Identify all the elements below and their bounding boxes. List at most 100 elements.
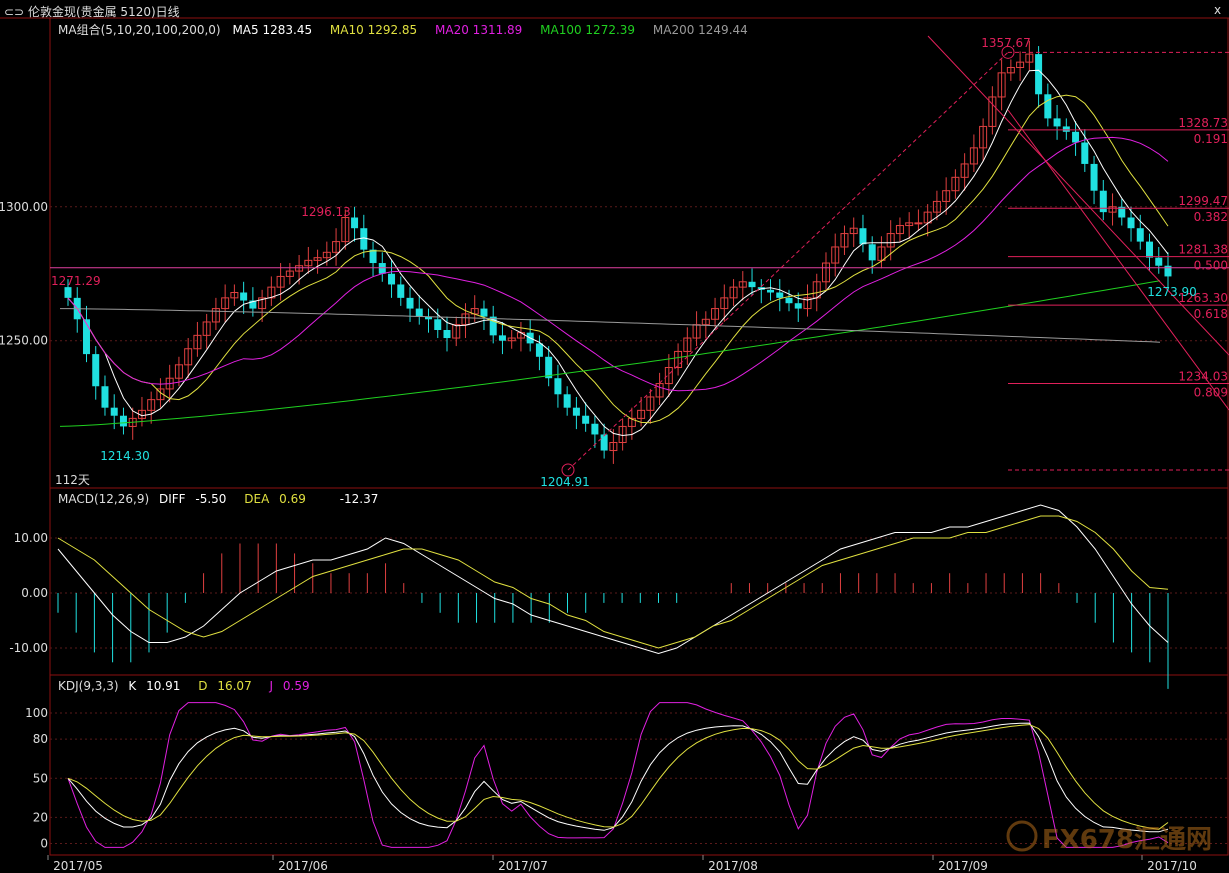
chart-window: 1300.00 1250.00 1328.73 0.191 1299.47 0.382 12… [0, 0, 1229, 873]
candle-body-down [859, 228, 867, 245]
candle-body-down [388, 273, 396, 285]
ma20-line [67, 136, 1169, 392]
macd-tick-label: -10.00 [9, 641, 48, 655]
ma10-legend: MA10 1292.85 [329, 23, 418, 37]
k-label: K [128, 679, 137, 693]
d-label: D [198, 679, 208, 693]
candle-body-down [110, 407, 118, 416]
macd-diff-line [57, 504, 1169, 655]
candle-body-down [1127, 217, 1135, 229]
candle-body-down [351, 217, 359, 229]
candle-body-down [1090, 163, 1098, 191]
candle-body-down [378, 263, 386, 274]
candle-body-down [1072, 131, 1080, 143]
fib-price-label: 1234.03 [1178, 369, 1228, 383]
macd-label: MACD(12,26,9) [58, 492, 150, 506]
j-value: 0.59 [282, 679, 310, 693]
candle-body-down [1155, 257, 1163, 266]
close-icon[interactable]: x [1214, 3, 1221, 17]
kdj-legend: KDJ(9,3,3) K 10.91 D 16.07 J 0.59 [58, 679, 310, 693]
candle-body-down [434, 319, 442, 330]
candle-body-down [767, 289, 775, 293]
candle-body-down [563, 394, 571, 408]
dea-value: 0.69 [279, 492, 306, 506]
x-axis-label: 2017/08 [708, 859, 758, 873]
candle-body-down [868, 244, 876, 261]
candle-body-down [748, 281, 756, 288]
candle-body-down [591, 423, 599, 435]
candle-body-down [480, 308, 488, 317]
macd-dea-line [57, 515, 1169, 649]
macd-legend: MACD(12,26,9) DIFF -5.50 DEA 0.69 -12.37 [58, 492, 378, 506]
kdj-tick-label: 0 [40, 836, 48, 850]
candle-body-down [1062, 126, 1070, 132]
candle-body-down [397, 284, 405, 298]
watermark-logo-icon [1006, 820, 1038, 852]
candle-body-down [1146, 241, 1154, 258]
kdj-tick-label: 100 [25, 706, 48, 720]
kdj-d-line [67, 724, 1169, 830]
candle-body-down [406, 297, 414, 309]
diff-value: -5.50 [195, 492, 227, 506]
candle-body-down [64, 287, 72, 298]
window-title-bar: ⊂⊃ 伦敦金现(贵金属 5120)日线 [4, 3, 180, 20]
candle-body-down [554, 378, 562, 395]
kdj-tick-label: 20 [33, 810, 48, 824]
candle-body-down [582, 415, 590, 424]
watermark-text: FX678汇通网 [1042, 825, 1212, 855]
trend-line-up [567, 51, 1009, 471]
x-axis-label: 2017/07 [498, 859, 548, 873]
chart-canvas: 1300.00 1250.00 1328.73 0.191 1299.47 0.382 12… [0, 17, 1229, 873]
link-icon[interactable]: ⊂⊃ [4, 5, 24, 19]
candle-body-down [776, 292, 784, 298]
x-axis-label: 2017/10 [1147, 859, 1197, 873]
ma-legend-group: MA组合(5,10,20,100,200,0) [58, 23, 221, 37]
window-title: 伦敦金现(贵金属 5120)日线 [27, 5, 180, 19]
left-edge-value-label: 1271.29 [51, 274, 101, 288]
ma20-legend: MA20 1311.89 [435, 23, 523, 37]
ma100-legend: MA100 1272.39 [540, 23, 636, 37]
fib-price-label: 1281.38 [1178, 243, 1228, 257]
fib-ratio-label: 0.618 [1194, 307, 1228, 321]
candle-body-down [240, 292, 248, 301]
ma-legend: MA组合(5,10,20,100,200,0) MA5 1283.45 MA10… [58, 21, 748, 38]
current-price-label: 1273.90 [1147, 285, 1197, 299]
candle-body-down [535, 343, 543, 357]
candle-body-down [101, 386, 109, 408]
candle-body-down [1081, 142, 1089, 164]
x-axis-label: 2017/05 [53, 859, 103, 873]
macd-tick-label: 10.00 [14, 531, 48, 545]
kdj-tick-label: 50 [33, 771, 48, 785]
fib-ratio-label: 0.382 [1194, 210, 1228, 224]
candle-body-down [119, 415, 127, 427]
price-tick-label: 1250.00 [0, 334, 48, 348]
fib-price-label: 1328.73 [1178, 116, 1228, 130]
k-value: 10.91 [146, 679, 181, 693]
dea-label: DEA [244, 492, 270, 506]
ma5-legend: MA5 1283.45 [232, 23, 313, 37]
candle-body-down [415, 308, 423, 317]
ma5-line [67, 69, 1169, 437]
diff-label: DIFF [158, 492, 186, 506]
ma200-legend: MA200 1249.44 [652, 23, 748, 37]
kdj-tick-label: 80 [33, 732, 48, 746]
candle-body-down [498, 335, 506, 341]
x-axis-label: 2017/09 [938, 859, 988, 873]
candle-body-up [914, 222, 923, 225]
candle-body-down [92, 354, 100, 387]
fib-ratio-label: 0.191 [1194, 132, 1228, 146]
candle-body-down [794, 303, 802, 309]
x-axis-label: 2017/06 [278, 859, 328, 873]
fib-ratio-label: 0.809 [1194, 385, 1228, 399]
candle-body-down [369, 249, 377, 264]
macd-value: -12.37 [339, 492, 379, 506]
high-right-label: 1357.67 [981, 36, 1031, 50]
d-value: 16.07 [217, 679, 252, 693]
low-mid-label: 1204.91 [540, 475, 590, 489]
ma10-line [67, 94, 1169, 424]
j-label: J [269, 679, 274, 693]
candle-body-down [1044, 94, 1052, 119]
days-label: 112天 [55, 473, 90, 487]
candle-body-down [1099, 190, 1107, 213]
candle-body-down [572, 407, 580, 416]
